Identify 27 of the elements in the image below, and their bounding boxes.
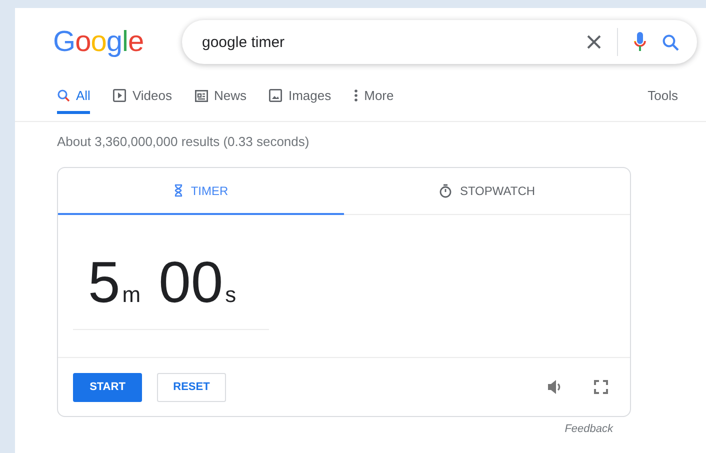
start-button[interactable]: START xyxy=(73,372,142,402)
timer-display[interactable]: 5 m 00 s xyxy=(88,251,236,315)
search-field[interactable]: google timer xyxy=(202,34,571,50)
stopwatch-icon xyxy=(438,184,452,198)
more-icon xyxy=(354,89,358,102)
nav-tab[interactable]: Videos xyxy=(113,80,172,114)
tools-link[interactable]: Tools xyxy=(648,80,678,111)
reset-button[interactable]: RESET xyxy=(157,372,226,402)
nav-tab[interactable]: Images xyxy=(269,80,332,114)
feedback-link[interactable]: Feedback xyxy=(564,423,613,435)
mode-tab[interactable]: TIMER xyxy=(58,168,344,215)
play-icon xyxy=(113,89,126,102)
nav-tab[interactable]: All xyxy=(57,80,90,114)
result-stats: About 3,360,000,000 results (0.33 seconds) xyxy=(57,134,310,149)
fullscreen-icon[interactable] xyxy=(594,380,608,394)
nav-tab[interactable]: More xyxy=(354,80,394,114)
microphone-icon[interactable] xyxy=(634,32,646,52)
search-icon[interactable] xyxy=(662,34,679,50)
newspaper-icon xyxy=(194,90,208,102)
close-icon[interactable] xyxy=(587,35,601,49)
speaker-icon[interactable] xyxy=(547,379,563,395)
nav-tab[interactable]: News xyxy=(194,80,246,114)
image-icon xyxy=(269,89,282,102)
hourglass-icon xyxy=(174,184,183,197)
google-logo[interactable]: Google xyxy=(53,26,182,58)
search-icon xyxy=(57,89,70,102)
mode-tab[interactable]: STOPWATCH xyxy=(344,168,630,215)
